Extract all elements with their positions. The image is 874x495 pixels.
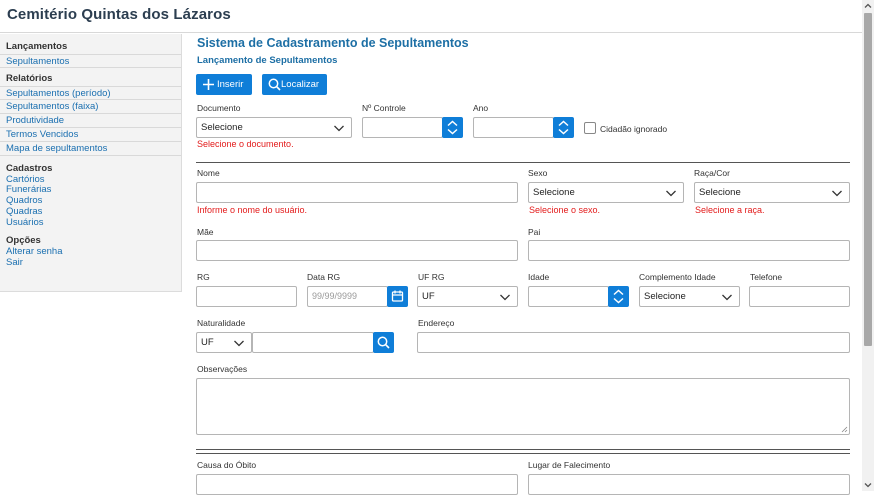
endereco-input[interactable] xyxy=(417,332,850,353)
ano-stepper[interactable] xyxy=(553,117,574,138)
chevron-down-icon xyxy=(666,190,676,197)
lugar-input[interactable] xyxy=(528,474,850,495)
mae-label: Mãe xyxy=(197,227,214,237)
resize-handle-icon[interactable] xyxy=(841,426,848,433)
observacoes-textarea[interactable] xyxy=(196,378,850,435)
chevron-down-icon xyxy=(334,125,344,132)
ano-input[interactable] xyxy=(473,117,554,138)
insert-button[interactable]: Inserir xyxy=(196,74,252,95)
sexo-value: Selecione xyxy=(533,187,575,198)
documento-error: Selecione o documento. xyxy=(197,139,294,149)
controle-stepper[interactable] xyxy=(442,117,463,138)
observacoes-label: Observações xyxy=(197,364,248,374)
sexo-select[interactable]: Selecione xyxy=(528,182,684,203)
divider xyxy=(196,453,850,454)
spinner-icon xyxy=(613,289,624,304)
main-content: Sistema de Cadastramento de Sepultamento… xyxy=(0,0,862,495)
ano-label: Ano xyxy=(473,103,489,113)
cidadao-label: Cidadão ignorado xyxy=(600,124,668,134)
vertical-scrollbar[interactable] xyxy=(862,0,874,491)
scroll-down-icon[interactable] xyxy=(864,481,872,489)
scroll-up-icon[interactable] xyxy=(864,2,872,10)
documento-value: Selecione xyxy=(201,122,243,133)
search-icon xyxy=(377,336,390,349)
raca-label: Raça/Cor xyxy=(694,168,730,178)
nome-input[interactable] xyxy=(196,182,518,203)
chevron-down-icon xyxy=(234,340,244,347)
chevron-down-icon xyxy=(722,294,732,301)
rg-label: RG xyxy=(197,272,210,282)
naturalidade-uf-select[interactable]: UF xyxy=(196,332,252,353)
controle-label: Nº Controle xyxy=(362,103,406,113)
chevron-down-icon xyxy=(500,294,510,301)
documento-label: Documento xyxy=(197,103,241,113)
insert-button-label: Inserir xyxy=(217,79,244,90)
divider xyxy=(196,449,850,450)
sexo-label: Sexo xyxy=(528,168,548,178)
search-button[interactable]: Localizar xyxy=(262,74,327,95)
nome-label: Nome xyxy=(197,168,220,178)
plus-icon xyxy=(203,79,214,90)
endereco-label: Endereço xyxy=(418,318,455,328)
spinner-icon xyxy=(447,120,458,135)
complemento-value: Selecione xyxy=(644,291,686,302)
telefone-input[interactable] xyxy=(749,286,850,307)
uf-rg-select[interactable]: UF xyxy=(417,286,518,307)
causa-input[interactable] xyxy=(196,474,518,495)
telefone-label: Telefone xyxy=(750,272,783,282)
data-rg-input[interactable]: 99/99/9999 xyxy=(307,286,388,307)
uf-rg-value: UF xyxy=(422,291,435,302)
idade-input[interactable] xyxy=(528,286,609,307)
chevron-down-icon xyxy=(832,190,842,197)
idade-stepper[interactable] xyxy=(608,286,629,307)
sexo-error: Selecione o sexo. xyxy=(529,205,601,215)
spinner-icon xyxy=(558,120,569,135)
complemento-select[interactable]: Selecione xyxy=(639,286,740,307)
documento-select[interactable]: Selecione xyxy=(196,117,352,138)
calendar-icon xyxy=(391,290,404,302)
page-title: Sistema de Cadastramento de Sepultamento… xyxy=(197,36,469,50)
naturalidade-search-button[interactable] xyxy=(373,332,394,353)
naturalidade-label: Naturalidade xyxy=(197,318,246,328)
uf-rg-label: UF RG xyxy=(418,272,445,282)
naturalidade-input[interactable] xyxy=(252,332,374,353)
rg-input[interactable] xyxy=(196,286,297,307)
controle-input[interactable] xyxy=(362,117,443,138)
data-rg-placeholder: 99/99/9999 xyxy=(312,291,358,301)
raca-value: Selecione xyxy=(699,187,741,198)
nome-error: Informe o nome do usuário. xyxy=(197,205,308,215)
cidadao-checkbox[interactable] xyxy=(584,122,596,134)
page-subtitle: Lançamento de Sepultamentos xyxy=(197,55,338,66)
causa-label: Causa do Óbito xyxy=(197,460,257,470)
raca-error: Selecione a raça. xyxy=(695,205,765,215)
scrollbar-thumb[interactable] xyxy=(864,13,872,346)
mae-input[interactable] xyxy=(196,240,518,261)
pai-input[interactable] xyxy=(528,240,850,261)
naturalidade-uf-value: UF xyxy=(201,337,214,348)
divider xyxy=(196,162,850,163)
data-rg-calendar-button[interactable] xyxy=(387,286,408,307)
search-button-label: Localizar xyxy=(281,79,320,90)
lugar-label: Lugar de Falecimento xyxy=(528,460,611,470)
search-icon xyxy=(268,78,281,91)
idade-label: Idade xyxy=(528,272,550,282)
data-rg-label: Data RG xyxy=(307,272,341,282)
raca-select[interactable]: Selecione xyxy=(694,182,850,203)
pai-label: Pai xyxy=(528,227,541,237)
complemento-label: Complemento Idade xyxy=(639,272,716,282)
